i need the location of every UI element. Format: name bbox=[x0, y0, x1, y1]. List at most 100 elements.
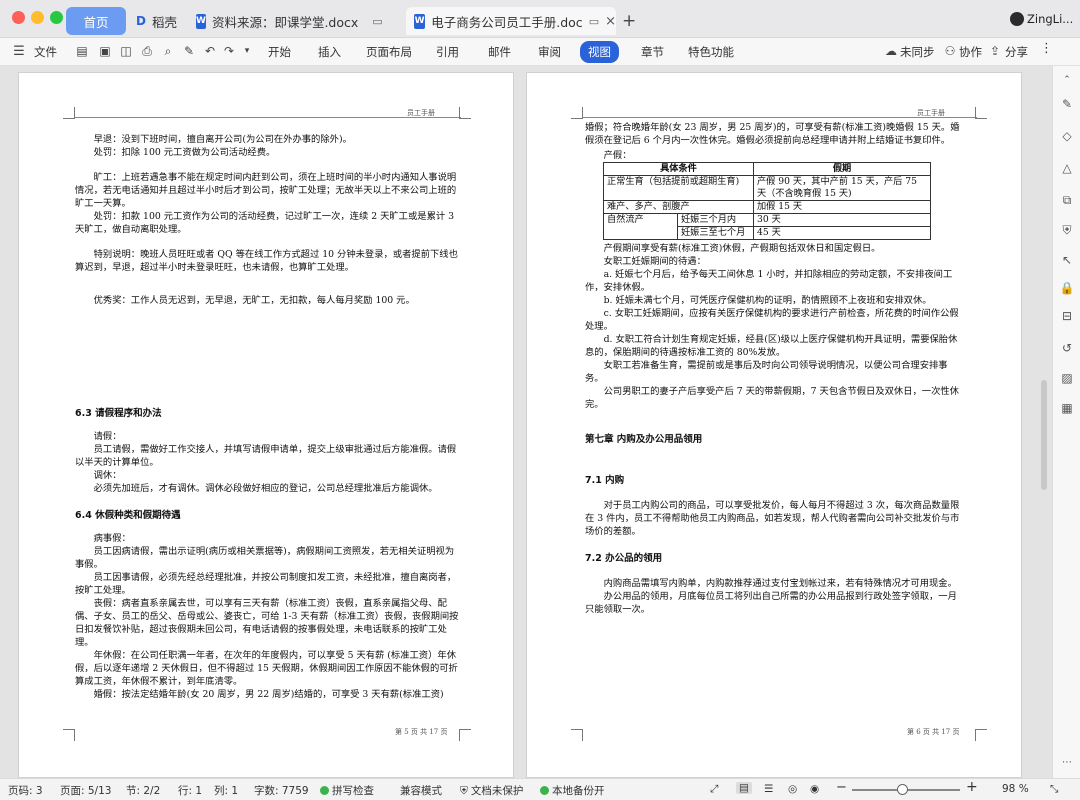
page-right[interactable]: 员工手册 婚假；符合晚婚年龄(女 23 周岁，男 25 周岁)的，可享受有薪(标… bbox=[526, 72, 1022, 778]
backup-icon bbox=[540, 786, 549, 795]
avatar[interactable] bbox=[1010, 12, 1024, 26]
page-header: 员工手册 bbox=[407, 109, 435, 117]
format-icon[interactable]: ⊟ bbox=[1059, 308, 1075, 324]
print-icon[interactable]: ⎙ bbox=[140, 44, 154, 58]
collab-button[interactable]: 协作 bbox=[959, 44, 982, 60]
page-footer: 第 6 页 共 17 页 bbox=[907, 728, 960, 736]
zoom-slider-handle[interactable] bbox=[897, 784, 909, 795]
shield-icon: ⛨ bbox=[460, 785, 468, 797]
style-icon[interactable]: △ bbox=[1059, 160, 1075, 176]
paragraph: 旷工：上班若遇急事不能在规定时间内赶到公司，须在上班时间的半小时内通知人事说明情… bbox=[75, 172, 457, 209]
monitor-icon: ▭ bbox=[588, 14, 600, 28]
page-body: 早退：没到下班时间，擅自离开公司(为公司在外办事的除外)。 处罚：扣除 100 … bbox=[75, 133, 461, 701]
shield-icon[interactable]: ⛨ bbox=[1059, 222, 1075, 238]
fullscreen-icon[interactable]: ⤢ bbox=[710, 783, 718, 796]
menu-features[interactable]: 特色功能 bbox=[688, 44, 734, 60]
table-cell: 难产、多产、剖腹产 bbox=[603, 200, 754, 214]
paragraph: 病事假： bbox=[93, 533, 131, 544]
export-pdf-icon[interactable]: ◫ bbox=[119, 44, 133, 58]
gallery-icon[interactable]: ▦ bbox=[1059, 400, 1075, 416]
save-icon[interactable]: ▣ bbox=[98, 44, 112, 58]
menu-insert[interactable]: 插入 bbox=[318, 44, 341, 60]
doc-protect-status[interactable]: ⛨ 文档未保护 bbox=[460, 783, 523, 798]
sync-status[interactable]: 未同步 bbox=[900, 44, 935, 60]
menu-bar: ☰ 文件 ▤ ▣ ◫ ⎙ ⌕ ✎ ↶ ↷ ▾ 开始 插入 页面布局 引用 邮件 … bbox=[0, 38, 1080, 66]
minimize-window-button[interactable] bbox=[31, 11, 44, 24]
vertical-scrollbar[interactable] bbox=[1041, 380, 1047, 490]
menu-file[interactable]: 文件 bbox=[34, 44, 57, 60]
tab-label: 资料来源：即课学堂.docx bbox=[211, 14, 359, 30]
status-page-count[interactable]: 页面: 5/13 bbox=[60, 783, 111, 798]
crop-mark bbox=[975, 107, 987, 119]
zoom-in-button[interactable]: + bbox=[966, 779, 978, 795]
pointer-icon[interactable]: ↖ bbox=[1059, 252, 1075, 268]
web-view-icon[interactable]: ◎ bbox=[788, 783, 797, 795]
paragraph: 公司男职工的妻子产后享受产后 7 天的带薪假期，7 天包含节假日及双休日，一次性… bbox=[585, 386, 959, 410]
word-doc-icon: W bbox=[414, 13, 426, 29]
crop-mark bbox=[571, 729, 583, 741]
menu-mail[interactable]: 邮件 bbox=[488, 44, 511, 60]
edit-pen-icon[interactable]: ✎ bbox=[1059, 96, 1075, 112]
menu-references[interactable]: 引用 bbox=[436, 44, 459, 60]
more-chevron-icon[interactable]: ▾ bbox=[240, 44, 254, 58]
paragraph: 产假： bbox=[603, 150, 632, 161]
paragraph: 丧假：病者直系亲属去世，可以享有三天有薪（标准工资）丧假，直系亲属指父母、配偶、… bbox=[75, 598, 459, 648]
spell-check-label: 拼写检查 bbox=[332, 785, 374, 797]
image-icon[interactable]: ▨ bbox=[1059, 370, 1075, 386]
paragraph: 婚假；符合晚婚年龄(女 23 周岁，男 25 周岁)的，可享受有薪(标准工资)晚… bbox=[585, 122, 960, 146]
tab-daoke[interactable]: D 稻壳 bbox=[132, 7, 186, 35]
undo-icon[interactable]: ↶ bbox=[203, 44, 217, 58]
close-window-button[interactable] bbox=[12, 11, 25, 24]
table-header: 具体条件 bbox=[603, 162, 754, 176]
tab-home[interactable]: 首页 bbox=[66, 7, 126, 35]
menu-page-layout[interactable]: 页面布局 bbox=[366, 44, 412, 60]
menu-review[interactable]: 审阅 bbox=[538, 44, 561, 60]
share-button[interactable]: 分享 bbox=[1005, 44, 1028, 60]
preview-icon[interactable]: ⌕ bbox=[161, 44, 175, 58]
redo-icon[interactable]: ↷ bbox=[222, 44, 236, 58]
read-mode-icon[interactable]: ◉ bbox=[810, 783, 819, 795]
local-backup-status[interactable]: 本地备份开 bbox=[540, 783, 605, 798]
table-cell: 45 天 bbox=[753, 226, 931, 240]
outline-view-icon[interactable]: ☰ bbox=[764, 783, 773, 795]
fit-window-icon[interactable]: ⤡ bbox=[1050, 783, 1058, 796]
new-tab-button[interactable]: + bbox=[622, 7, 638, 35]
menu-view[interactable]: 视图 bbox=[580, 41, 619, 63]
table-cell: 妊娠三至七个月 bbox=[677, 226, 754, 240]
status-word-count[interactable]: 字数: 7759 bbox=[254, 783, 309, 798]
clipboard-icon[interactable]: ⧉ bbox=[1059, 192, 1075, 208]
paragraph: 女职工妊娠期间的待遇： bbox=[603, 256, 706, 267]
hamburger-icon[interactable]: ☰ bbox=[12, 44, 26, 59]
section-heading: 6.4 休假种类和假期待遇 bbox=[75, 510, 181, 521]
doc-protect-label: 文档未保护 bbox=[470, 785, 524, 797]
history-icon[interactable]: ↺ bbox=[1059, 340, 1075, 356]
collapse-chevron-icon[interactable]: ⌃ bbox=[1059, 72, 1075, 88]
user-name[interactable]: ZingLi... bbox=[1027, 12, 1073, 26]
zoom-level[interactable]: 98 % bbox=[1002, 783, 1029, 795]
maximize-window-button[interactable] bbox=[50, 11, 63, 24]
zoom-out-button[interactable]: − bbox=[836, 780, 847, 795]
tab-doc-source[interactable]: W 资料来源：即课学堂.docx ▭ bbox=[192, 7, 382, 35]
shapes-icon[interactable]: ◇ bbox=[1059, 128, 1075, 144]
menu-start[interactable]: 开始 bbox=[268, 44, 291, 60]
daoke-icon: D bbox=[136, 14, 146, 28]
paragraph: 员工请假，需做好工作交接人，并填写请假申请单，提交上级审批通过后方能准假。请假以… bbox=[75, 444, 457, 468]
check-icon bbox=[320, 786, 329, 795]
table-cell: 产假 90 天，其中产前 15 天，产后 75 天（不含晚育假 15 天) bbox=[753, 175, 931, 201]
format-painter-icon[interactable]: ✎ bbox=[182, 44, 196, 58]
more-icon[interactable]: ⋮ bbox=[1040, 41, 1053, 56]
page-left[interactable]: 员工手册 早退：没到下班时间，擅自离开公司(为公司在外办事的除外)。 处罚：扣除… bbox=[18, 72, 514, 778]
crop-mark bbox=[459, 729, 471, 741]
close-tab-icon[interactable]: × bbox=[605, 14, 616, 29]
open-folder-icon[interactable]: ▤ bbox=[75, 44, 89, 58]
page-view-icon[interactable]: ▤ bbox=[736, 782, 752, 794]
menu-chapter[interactable]: 章节 bbox=[641, 44, 664, 60]
table-row: 难产、多产、剖腹产 加假 15 天 bbox=[603, 200, 931, 214]
lock-icon[interactable]: 🔒 bbox=[1059, 280, 1075, 296]
section-heading: 7.2 办公品的领用 bbox=[585, 553, 663, 564]
tab-doc-handbook[interactable]: W 电子商务公司员工手册.doc ▭ × bbox=[406, 7, 616, 35]
page-footer: 第 5 页 共 17 页 bbox=[395, 728, 448, 736]
spell-check-toggle[interactable]: 拼写检查 bbox=[320, 783, 374, 798]
more-tools-icon[interactable]: ⋯ bbox=[1059, 754, 1075, 770]
section-heading: 6.3 请假程序和办法 bbox=[75, 408, 162, 419]
